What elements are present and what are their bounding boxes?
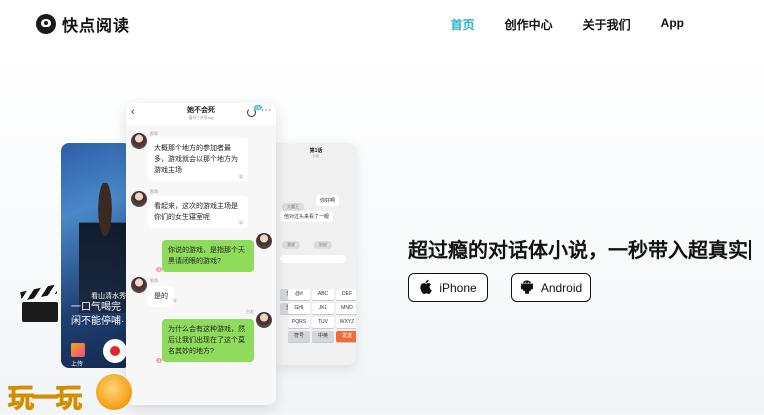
- chapter-subtitle: 作者: [312, 154, 319, 158]
- chat-bubble: 你说的游戏，是指那个天黑请闭眼的游戏?: [162, 240, 254, 272]
- thumbs-up-icon: [96, 374, 132, 410]
- app-name: 快点阅读: [62, 18, 131, 35]
- upload-label: 上传: [71, 362, 84, 368]
- chat-bubble: 看起来，这次的游戏主场是你们的女生寝室呢: [148, 196, 248, 228]
- nav-item-home[interactable]: 首页: [451, 16, 475, 33]
- keyboard-key[interactable]: DEF: [336, 289, 356, 300]
- send-key[interactable]: 发送: [336, 331, 356, 342]
- comment-count: 5: [156, 267, 163, 272]
- more-icon[interactable]: ⋯: [261, 105, 271, 116]
- avatar: [131, 191, 147, 207]
- sender-name: 那哥: [150, 278, 158, 283]
- download-iphone-label: iPhone: [439, 280, 477, 295]
- download-android-button[interactable]: Android: [511, 273, 591, 302]
- chat-bubble: 你好啊: [316, 195, 340, 206]
- chat-bubble: 为什么会有这种游戏，然后让我们出现在了这个莫名其妙的地方?: [162, 319, 254, 362]
- hero-headline: 超过瘾的对话体小说，一秒带入超真实: [408, 234, 751, 263]
- record-button-icon: [103, 339, 127, 363]
- sender-name: 那哥: [150, 189, 158, 194]
- chat-bubble: 大概那个地方的参加者最多，游戏就会以那个地方为游戏主场: [148, 138, 248, 181]
- video-caption: 一口气喝完 闲不能停哺·: [71, 301, 124, 329]
- keyboard-key[interactable]: PQRS: [288, 317, 310, 328]
- hero-headline-text: 超过瘾的对话体小说，一秒带入超真实: [408, 240, 748, 262]
- phone-mockup-video: 看山清水秀 一口气喝完 闲不能停哺· 上传: [61, 143, 131, 368]
- avatar: [256, 312, 272, 328]
- download-iphone-button[interactable]: iPhone: [408, 273, 488, 302]
- keyboard-key[interactable]: 符号: [288, 331, 310, 342]
- keyboard-key[interactable]: ABC: [312, 289, 334, 300]
- video-caption-line1: 一口气喝完: [71, 302, 121, 313]
- keyboard-key[interactable]: JKL: [312, 303, 334, 314]
- android-icon: [520, 279, 534, 297]
- download-android-label: Android: [540, 280, 583, 295]
- chat-bubble: 他对过头来看了一眼: [280, 211, 334, 222]
- chapter-title: 第1话: [309, 148, 323, 154]
- keyboard-key[interactable]: @#: [288, 289, 310, 300]
- keyboard-key[interactable]: TUV: [312, 317, 334, 328]
- phone-mockup-keyboard: 第1话 作者 大魔王 你好啊 他对过头来看了一眼 我说 别说 分词 重输 @# …: [276, 143, 356, 365]
- chat-bubble: 是的: [148, 286, 174, 307]
- watermark-logo: 玩一玩: [7, 372, 134, 414]
- main-nav: 首页 创作中心 关于我们 App: [421, 16, 684, 33]
- sender-name: 那哥: [150, 131, 158, 136]
- reply-chip[interactable]: 我说: [282, 241, 300, 249]
- video-caption-line2: 闲不能停哺·: [71, 316, 125, 327]
- avatar: [131, 133, 147, 149]
- logo[interactable]: 快点阅读: [36, 12, 130, 36]
- keyboard-key[interactable]: 中英: [312, 331, 334, 342]
- brand-logo-icon: [36, 14, 56, 34]
- keyboard-key[interactable]: MNO: [336, 303, 356, 314]
- keyboard-key[interactable]: GHI: [288, 303, 310, 314]
- name-tag: 大魔王: [282, 203, 304, 211]
- avatar: [256, 233, 272, 249]
- message-input[interactable]: [280, 255, 346, 263]
- nav-item-creator-center[interactable]: 创作中心: [505, 16, 553, 33]
- reply-chip[interactable]: 别说: [314, 241, 332, 249]
- upload-icon: [71, 343, 85, 357]
- chat-header: ‹ 她不会死 著作 | 共享Ing 15 ⋯: [126, 103, 276, 125]
- video-caption-small: 看山清水秀: [91, 293, 126, 300]
- comment-count: 2: [172, 298, 179, 303]
- clapperboard-icon: [20, 284, 58, 322]
- comment-count: 5: [156, 358, 163, 363]
- nav-item-app[interactable]: App: [661, 16, 684, 33]
- watermark-text: 玩一玩: [7, 383, 82, 414]
- keyboard-key[interactable]: WXYZ: [336, 317, 356, 328]
- sender-name: 白发: [246, 309, 254, 314]
- nav-item-about-us[interactable]: 关于我们: [583, 16, 631, 33]
- apple-icon: [419, 279, 433, 297]
- text-cursor: [749, 240, 751, 260]
- avatar: [131, 277, 147, 293]
- phone-mockup-chat: ‹ 她不会死 著作 | 共享Ing 15 ⋯ 那哥 大概那个地方的参加者最多，游…: [126, 103, 276, 405]
- top-navigation-bar: 快点阅读 首页 创作中心 关于我们 App: [0, 0, 764, 48]
